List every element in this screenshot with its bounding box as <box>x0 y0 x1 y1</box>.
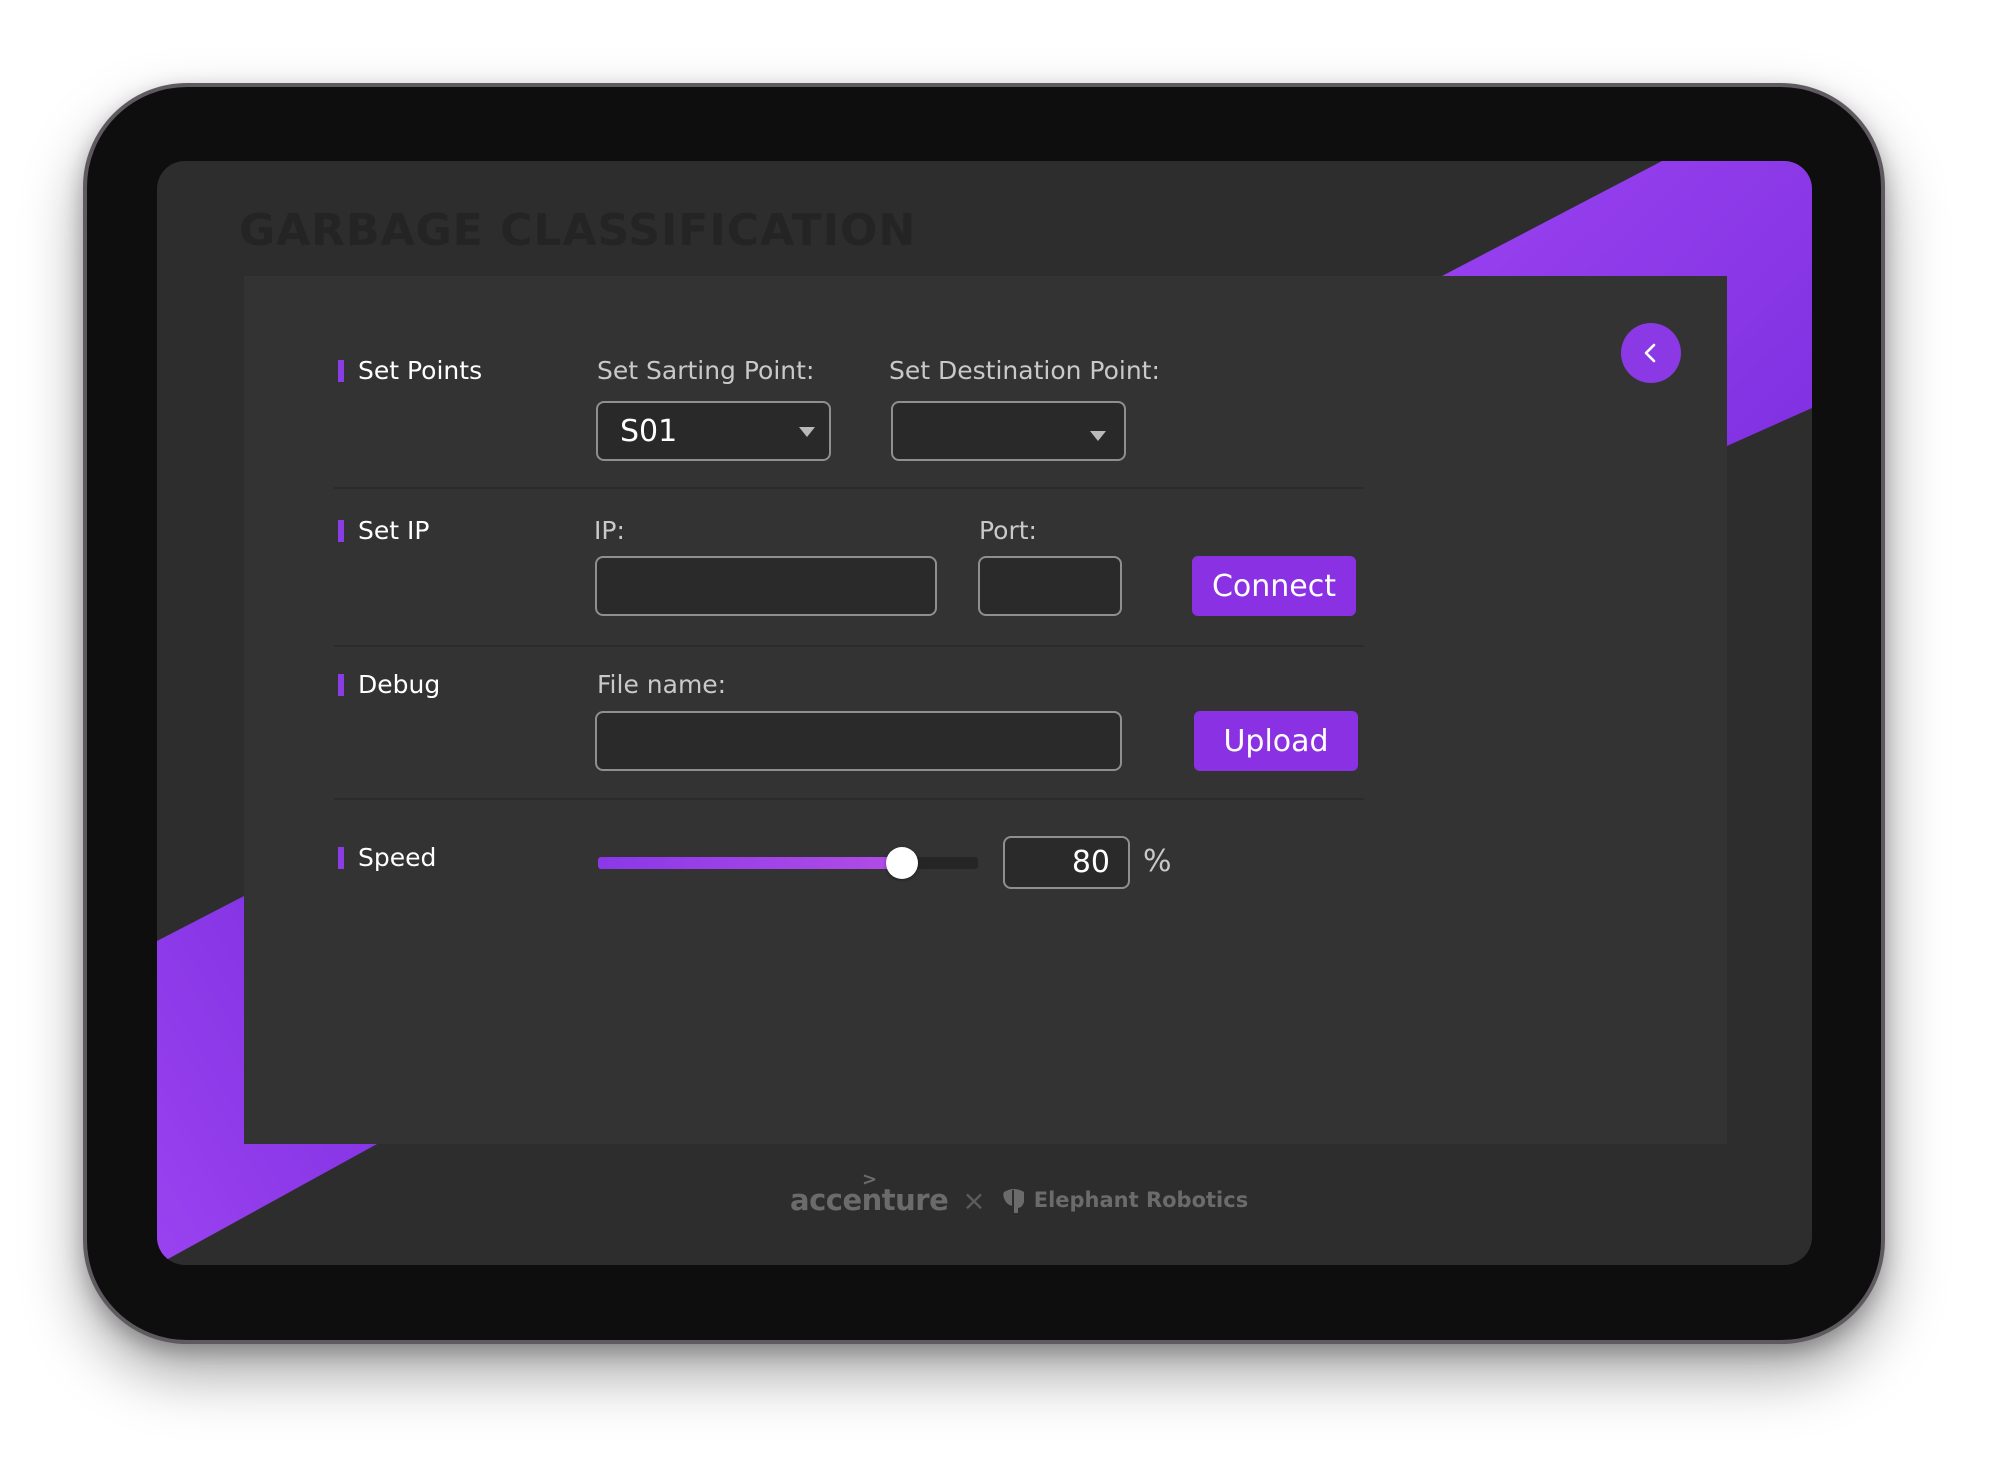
elephant-icon <box>1003 1189 1024 1213</box>
section-label: Set IP <box>358 516 430 545</box>
section-set-points: Set Points <box>338 356 482 385</box>
section-marker <box>338 673 344 696</box>
screen-title: GARBAGE CLASSIFICATION <box>239 205 917 256</box>
section-marker <box>338 359 344 382</box>
section-set-ip: Set IP <box>338 516 429 545</box>
accenture-logo: > accenture <box>790 1169 949 1217</box>
section-debug: Debug <box>338 670 440 699</box>
speed-unit: % <box>1143 844 1172 879</box>
chevron-left-icon <box>1644 343 1656 363</box>
start-point-value: S01 <box>620 413 678 449</box>
row-divider <box>334 487 1364 489</box>
elephant-robotics-logo: Elephant Robotics <box>1000 1186 1248 1214</box>
ip-input[interactable] <box>595 556 937 616</box>
file-name-input[interactable] <box>595 711 1122 771</box>
start-point-label: Set Sarting Point: <box>597 356 815 385</box>
accenture-caret-icon: > <box>862 1169 877 1190</box>
destination-point-select[interactable] <box>891 401 1126 461</box>
speed-value-field[interactable]: 80 <box>1003 836 1130 889</box>
dropdown-arrow-icon <box>1090 431 1106 441</box>
start-point-select[interactable]: S01 <box>596 401 831 461</box>
port-label: Port: <box>979 516 1037 545</box>
section-marker <box>338 846 344 869</box>
section-label: Debug <box>358 670 441 699</box>
section-label: Speed <box>358 843 437 872</box>
back-button[interactable] <box>1621 323 1681 383</box>
destination-point-label: Set Destination Point: <box>889 356 1160 385</box>
file-name-label: File name: <box>597 670 727 699</box>
elephant-robotics-text: Elephant Robotics <box>1033 1188 1249 1212</box>
speed-slider-thumb[interactable] <box>886 847 918 879</box>
section-speed: Speed <box>338 843 436 872</box>
section-label: Set Points <box>358 356 483 385</box>
footer-logos: > accenture × Elephant Robotics <box>790 1169 1248 1217</box>
ip-label: IP: <box>594 516 625 545</box>
speed-slider[interactable] <box>598 847 978 879</box>
dropdown-arrow-icon <box>799 427 815 437</box>
row-divider <box>334 798 1364 800</box>
row-divider <box>334 645 1364 647</box>
speed-slider-fill <box>598 857 902 869</box>
section-marker <box>338 519 344 542</box>
port-input[interactable] <box>978 556 1122 616</box>
connect-button[interactable]: Connect <box>1192 556 1356 616</box>
logo-separator: × <box>962 1183 986 1217</box>
upload-button[interactable]: Upload <box>1194 711 1358 771</box>
